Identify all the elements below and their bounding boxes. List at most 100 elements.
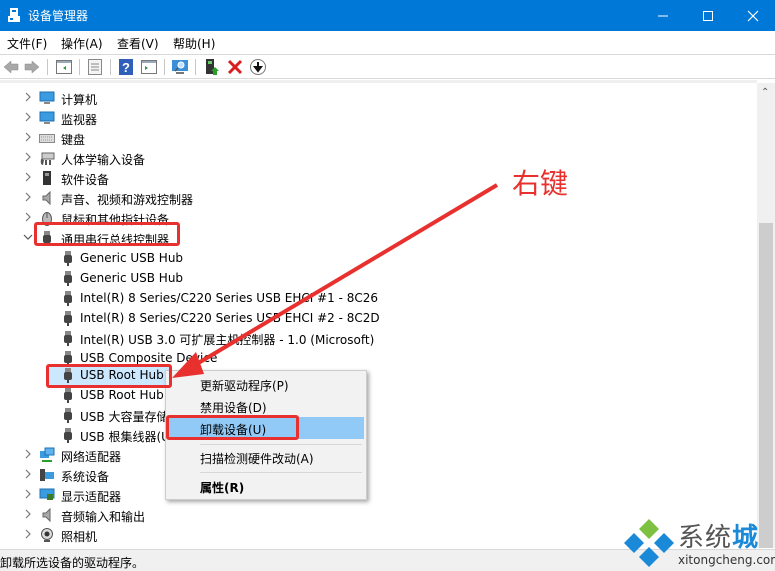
svg-text:?: ? xyxy=(122,60,130,75)
menu-item-label: 属性(R) xyxy=(200,481,245,495)
tree-item-label: Generic USB Hub xyxy=(80,251,184,265)
properties-icon[interactable] xyxy=(86,58,104,76)
tree-item-label: 人体学输入设备 xyxy=(61,153,146,167)
tree-item-label: 键盘 xyxy=(61,133,86,147)
annotation-box-uninstall xyxy=(166,415,299,440)
forward-icon[interactable] xyxy=(23,58,41,76)
menu-item-properties[interactable]: 属性(R) xyxy=(168,475,364,497)
tree-item-label: USB Root Hub xyxy=(80,388,164,402)
device-manager-icon xyxy=(8,8,20,22)
speaker-icon xyxy=(42,507,51,523)
tree-item-label: 音频输入和输出 xyxy=(61,510,146,524)
scrollbar-thumb[interactable] xyxy=(759,223,773,548)
watermark-url: xitongcheng.com xyxy=(678,553,775,567)
tree-item-label: 软件设备 xyxy=(61,173,110,187)
menu-action[interactable]: 操作(A) xyxy=(61,35,103,52)
menu-view[interactable]: 查看(V) xyxy=(117,35,159,52)
show-hide-console-tree-icon[interactable] xyxy=(55,58,73,76)
tree-item-label: Intel(R) 8 Series/C220 Series USB EHCI #… xyxy=(80,311,380,325)
chevron-right-icon[interactable] xyxy=(22,91,34,103)
status-text: 卸载所选设备的驱动程序。 xyxy=(0,556,145,570)
uninstall-icon[interactable] xyxy=(226,58,244,76)
chevron-right-icon[interactable] xyxy=(22,111,34,123)
usb-icon xyxy=(64,251,72,266)
watermark-logo-icon xyxy=(624,519,674,567)
display-adapter-icon xyxy=(39,488,55,500)
menu-item-label: 更新驱动程序(P) xyxy=(200,379,289,393)
tree-item-label: USB Composite Device xyxy=(80,351,218,365)
usb-icon xyxy=(64,291,72,306)
minimize-icon xyxy=(657,15,668,16)
annotation-box-usb-root-hub xyxy=(46,364,172,388)
update-driver-icon[interactable] xyxy=(203,58,221,76)
monitor-icon xyxy=(39,111,55,124)
hid-icon xyxy=(40,152,55,165)
watermark-brand-blue: 城 xyxy=(732,523,760,553)
menu-item-label: 禁用设备(D) xyxy=(200,401,267,415)
tree-item-label: 显示适配器 xyxy=(61,490,122,504)
device-tree: 计算机 监视器 键盘 人体学输入设备 软件设备 声音、视频和游戏控制器 鼠标和其… xyxy=(0,80,757,548)
back-icon[interactable] xyxy=(2,58,20,76)
keyboard-icon xyxy=(39,134,55,143)
usb-icon xyxy=(64,311,72,326)
chevron-right-icon[interactable] xyxy=(22,488,34,500)
toolbar-separator xyxy=(79,59,80,75)
tree-item-label: 声音、视频和游戏控制器 xyxy=(61,193,194,207)
chevron-right-icon[interactable] xyxy=(22,468,34,480)
toolbar-separator xyxy=(164,59,165,75)
chevron-right-icon[interactable] xyxy=(22,508,34,520)
menu-file[interactable]: 文件(F) xyxy=(7,35,47,52)
tree-item-label: 计算机 xyxy=(61,93,98,107)
disable-icon[interactable] xyxy=(249,58,267,76)
network-icon xyxy=(40,447,55,462)
scroll-up-icon[interactable]: ⌃ xyxy=(761,87,769,98)
watermark-brand-gray: 系统 xyxy=(678,523,733,553)
chevron-right-icon[interactable] xyxy=(22,171,34,183)
vertical-scrollbar[interactable]: ⌃ xyxy=(757,83,775,548)
action-pane-icon[interactable] xyxy=(140,58,158,76)
menu-separator xyxy=(200,472,362,473)
usb-icon xyxy=(64,331,72,346)
usb-icon xyxy=(64,408,72,423)
minimize-button[interactable] xyxy=(640,0,685,31)
system-device-icon xyxy=(40,469,54,481)
chevron-right-icon[interactable] xyxy=(22,528,34,540)
window-title: 设备管理器 xyxy=(28,9,89,23)
menu-bar: 文件(F) 操作(A) 查看(V) 帮助(H) xyxy=(0,31,775,55)
tree-item-label: Generic USB Hub xyxy=(80,271,184,285)
tree-item-label: 照相机 xyxy=(61,530,98,544)
tree-item-label: Intel(R) 8 Series/C220 Series USB EHCI #… xyxy=(80,291,379,305)
watermark-brand: 系统城 xyxy=(678,517,759,554)
chevron-right-icon[interactable] xyxy=(22,131,34,143)
annotation-label: 右键 xyxy=(512,167,569,200)
help-icon[interactable]: ? xyxy=(117,58,135,76)
chevron-right-icon[interactable] xyxy=(22,448,34,460)
software-device-icon xyxy=(43,171,51,185)
menu-item-label: 扫描检测硬件改动(A) xyxy=(200,452,314,466)
toolbar: ? xyxy=(0,55,775,79)
tree-item-label: 监视器 xyxy=(61,113,98,127)
maximize-button[interactable] xyxy=(685,0,730,31)
toolbar-separator xyxy=(110,59,111,75)
close-icon xyxy=(747,10,758,21)
speaker-icon xyxy=(42,190,51,206)
chevron-right-icon[interactable] xyxy=(22,211,34,223)
toolbar-separator xyxy=(47,59,48,75)
menu-item-disable-device[interactable]: 禁用设备(D) xyxy=(168,395,364,417)
watermark: 系统城 xitongcheng.com xyxy=(620,515,775,571)
chevron-right-icon[interactable] xyxy=(22,151,34,163)
menu-item-scan-hardware[interactable]: 扫描检测硬件改动(A) xyxy=(168,446,364,468)
maximize-icon xyxy=(702,10,713,21)
annotation-box-usb-category xyxy=(34,222,180,246)
close-button[interactable] xyxy=(730,0,775,31)
chevron-down-icon[interactable] xyxy=(22,231,34,243)
usb-icon xyxy=(64,271,72,286)
menu-item-update-driver[interactable]: 更新驱动程序(P) xyxy=(168,373,364,395)
menu-help[interactable]: 帮助(H) xyxy=(173,35,215,52)
scan-hardware-icon[interactable] xyxy=(171,58,189,76)
tree-item-label: 网络适配器 xyxy=(61,450,122,464)
usb-icon xyxy=(64,428,72,443)
computer-icon xyxy=(39,91,55,104)
chevron-right-icon[interactable] xyxy=(22,191,34,203)
usb-icon xyxy=(64,388,72,403)
